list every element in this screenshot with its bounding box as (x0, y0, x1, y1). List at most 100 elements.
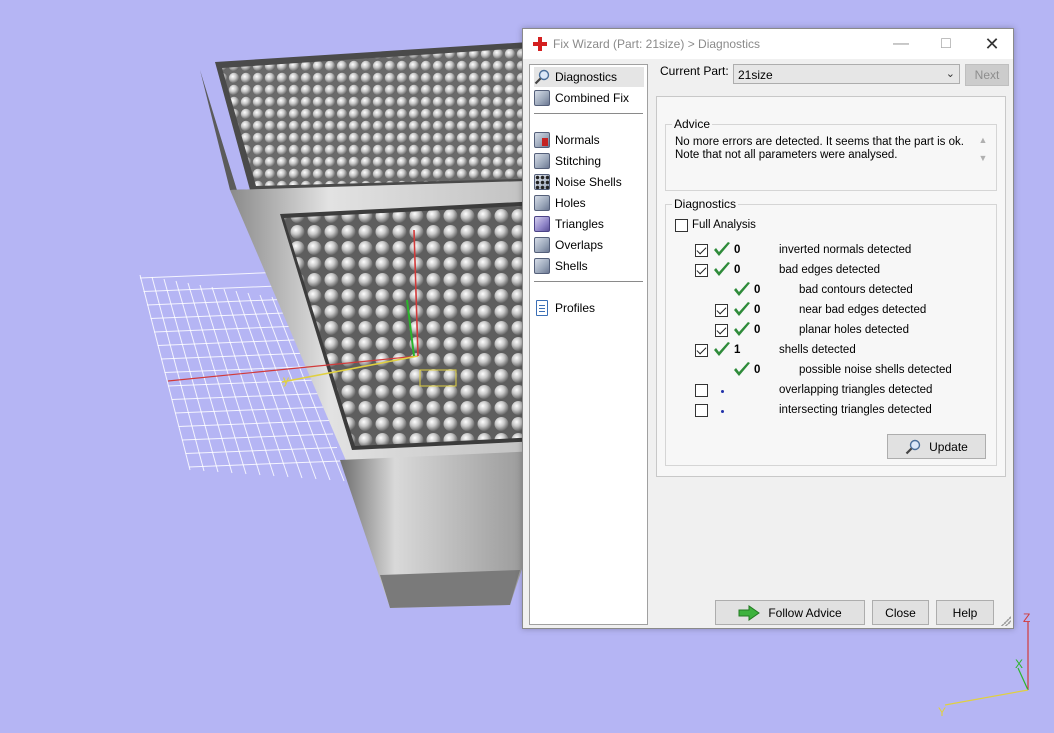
red-cross-icon (533, 37, 547, 51)
advice-group: Advice No more errors are detected. It s… (665, 117, 997, 191)
diagnostic-label: bad edges detected (779, 264, 881, 276)
diagnostics-panel: Advice No more errors are detected. It s… (656, 96, 1006, 477)
diagnostic-count: 1 (734, 344, 741, 356)
diagnostic-label: planar holes detected (799, 324, 909, 336)
diagnostics-title: Diagnostics (672, 197, 739, 211)
nav-separator (534, 281, 643, 282)
nav-item-label: Profiles (555, 301, 596, 315)
diagnostic-checkbox[interactable] (715, 324, 728, 337)
diagnostic-count: 0 (754, 284, 761, 296)
close-window-button[interactable]: ✕ (969, 29, 1015, 59)
diagnostic-checkbox[interactable] (695, 344, 708, 357)
dialog-title: Fix Wizard (Part: 21size) > Diagnostics (553, 37, 761, 51)
current-part-select[interactable]: 21size ⌄ (733, 64, 960, 84)
grid-line (163, 278, 219, 473)
diagnostic-checkbox[interactable] (695, 244, 708, 257)
green-check-icon (734, 282, 750, 296)
dialog-titlebar[interactable]: Fix Wizard (Part: 21size) > Diagnostics … (523, 29, 1013, 59)
diagnostics-group: Diagnostics Full Analysis 0 inverted norm… (665, 197, 997, 466)
diagnostic-label: bad contours detected (799, 284, 913, 296)
green-check-icon (734, 302, 750, 316)
grid-line (188, 460, 342, 468)
magnifier-icon (534, 69, 550, 85)
green-check-icon (734, 362, 750, 376)
nav-item-label: Overlaps (555, 238, 604, 252)
grid-line (178, 420, 330, 427)
overlaps-cube-icon (534, 237, 550, 253)
green-check-icon (714, 242, 730, 256)
advice-title: Advice (672, 117, 713, 131)
diagnostic-checkbox[interactable] (695, 264, 708, 277)
diagnostic-checkbox[interactable] (715, 304, 728, 317)
minimize-button[interactable]: — (878, 29, 924, 59)
diagnostic-count: 0 (734, 264, 741, 276)
diagnostic-label: possible noise shells detected (799, 364, 952, 376)
current-part-value: 21size (738, 68, 773, 82)
nav-item-shells[interactable]: Shells (534, 256, 644, 276)
part-model-21size (200, 40, 560, 608)
next-button[interactable]: Next (965, 64, 1009, 86)
chevron-down-icon: ⌄ (945, 68, 955, 80)
full-analysis-label: Full Analysis (692, 219, 756, 231)
noise-shells-icon (534, 174, 550, 190)
follow-advice-button[interactable]: Follow Advice (715, 600, 865, 625)
shells-cube-icon (534, 258, 550, 274)
diagnostic-checkbox[interactable] (695, 404, 708, 417)
close-button[interactable]: Close (872, 600, 929, 625)
pending-dot-icon (721, 410, 724, 413)
nav-item-overlaps[interactable]: Overlaps (534, 235, 644, 255)
nav-item-label: Triangles (555, 217, 604, 231)
grid-line (150, 312, 298, 319)
nav-item-triangles[interactable]: Triangles (534, 214, 644, 234)
nav-item-label: Shells (555, 259, 588, 273)
maximize-icon: □ (941, 35, 951, 52)
nav-item-combined-fix[interactable]: Combined Fix (534, 88, 644, 108)
nav-item-label: Noise Shells (555, 175, 622, 189)
grid-line (139, 271, 286, 279)
grid-line (143, 285, 290, 292)
full-analysis-checkbox[interactable] (675, 219, 688, 232)
nav-item-profiles[interactable]: Profiles (534, 298, 644, 318)
update-button[interactable]: Update (887, 434, 986, 459)
axis-label-y: y (283, 373, 289, 387)
nav-item-noise-shells[interactable]: Noise Shells (534, 172, 644, 192)
green-check-icon (734, 322, 750, 336)
cube-icon (534, 90, 550, 106)
green-check-icon (714, 262, 730, 276)
corner-axis-x: X (1015, 657, 1023, 671)
resize-grip[interactable] (1001, 616, 1011, 626)
nav-item-diagnostics[interactable]: Diagnostics (534, 67, 644, 87)
diagnostic-checkbox[interactable] (695, 384, 708, 397)
grid-line (151, 276, 205, 472)
triangles-icon (534, 216, 550, 232)
holes-cube-icon (534, 195, 550, 211)
green-arrow-icon (738, 604, 761, 621)
fix-wizard-nav: Diagnostics Combined Fix Normals Stitchi… (529, 64, 648, 625)
normals-cube-icon (534, 132, 550, 148)
advice-scrollbar[interactable]: ▲ ▼ (976, 131, 990, 171)
diagnostic-label: inverted normals detected (779, 244, 912, 256)
fix-wizard-dialog: Fix Wizard (Part: 21size) > Diagnostics … (522, 28, 1014, 629)
diagnostic-count: 0 (734, 244, 741, 256)
nav-item-holes[interactable]: Holes (534, 193, 644, 213)
diagnostic-count: 0 (754, 304, 761, 316)
stitching-cube-icon (534, 153, 550, 169)
diagnostic-label: overlapping triangles detected (779, 384, 933, 396)
close-icon: ✕ (984, 33, 1000, 54)
nav-item-stitching[interactable]: Stitching (534, 151, 644, 171)
help-button[interactable]: Help (936, 600, 994, 625)
diagnostic-label: intersecting triangles detected (779, 404, 932, 416)
nav-item-label: Diagnostics (555, 70, 618, 84)
nav-item-label: Normals (555, 133, 600, 147)
diagnostic-label: near bad edges detected (799, 304, 927, 316)
grid-line (174, 406, 326, 414)
nav-item-label: Combined Fix (555, 91, 630, 105)
minimize-icon: — (893, 35, 909, 52)
advice-text: No more errors are detected. It seems th… (675, 136, 964, 161)
follow-advice-label: Follow Advice (768, 605, 842, 620)
magnifier-icon (905, 439, 921, 454)
nav-item-normals[interactable]: Normals (534, 130, 644, 150)
update-label: Update (929, 439, 968, 454)
grid-line (153, 325, 302, 333)
maximize-button[interactable]: □ (923, 29, 969, 59)
